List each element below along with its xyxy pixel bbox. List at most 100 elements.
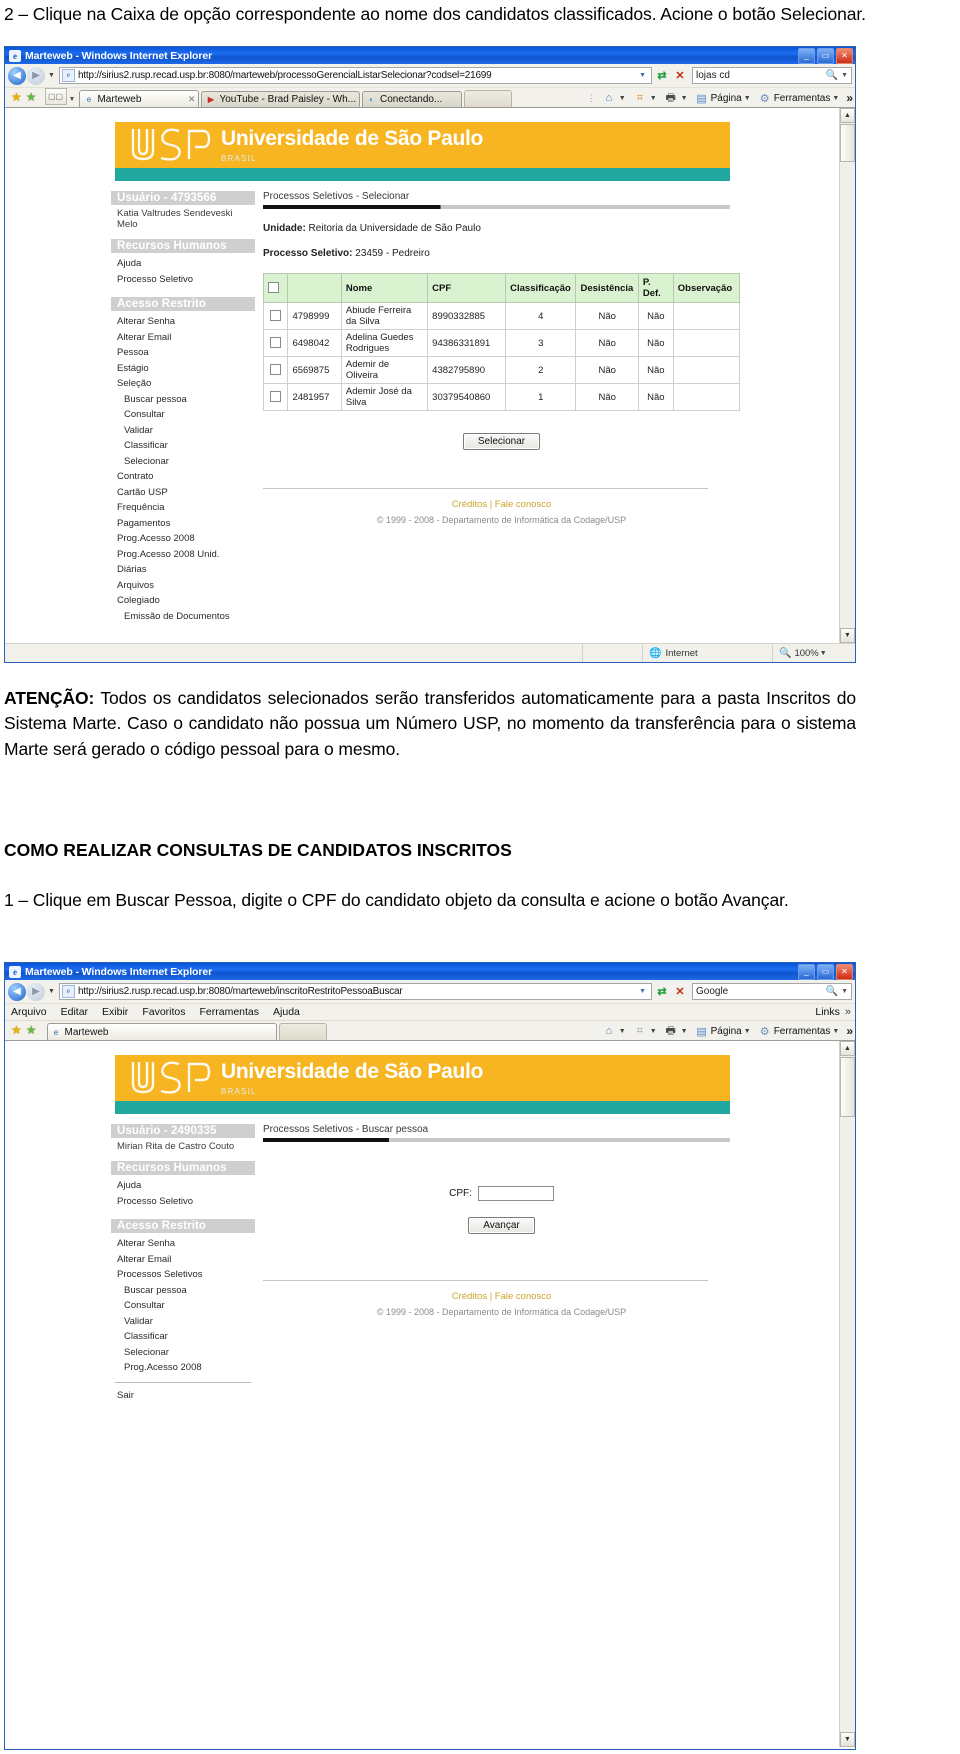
sidebar-item-selecao[interactable]: Seleção: [111, 376, 255, 392]
tab-youtube[interactable]: ▶ YouTube - Brad Paisley - Wh...: [201, 91, 361, 107]
favorites-star-icon[interactable]: ★: [11, 90, 22, 104]
forward-button[interactable]: ▶: [27, 66, 45, 85]
tab-conectando[interactable]: ◐ Conectando...: [362, 91, 463, 107]
sidebar-item-consultar[interactable]: Consultar: [111, 1298, 255, 1314]
add-favorite-icon[interactable]: ★: [26, 90, 37, 104]
row-checkbox[interactable]: [270, 337, 282, 349]
page-dropdown-icon[interactable]: ▼: [744, 95, 751, 102]
sidebar-item-classificar[interactable]: Classificar: [111, 438, 255, 454]
tab-marteweb[interactable]: e Marteweb: [46, 1023, 277, 1040]
search-input[interactable]: lojas cd 🔍 ▼: [692, 67, 852, 84]
sidebar-item-cartao-usp[interactable]: Cartão USP: [111, 485, 255, 501]
menu-exibir[interactable]: Exibir: [102, 1006, 128, 1018]
sidebar-item-sair[interactable]: Sair: [111, 1388, 255, 1404]
print-dropdown-icon[interactable]: ▼: [681, 95, 688, 102]
feeds-icon[interactable]: ⌗: [632, 1023, 648, 1039]
sidebar-item-diarias[interactable]: Diárias: [111, 562, 255, 578]
scrollbar-thumb[interactable]: [840, 1057, 855, 1117]
favorites-star-icon[interactable]: ★: [11, 1023, 22, 1037]
sidebar-item-validar[interactable]: Validar: [111, 423, 255, 439]
search-icon[interactable]: 🔍: [823, 70, 841, 81]
refresh-icon[interactable]: ⇄: [654, 984, 670, 1000]
sidebar-item-ajuda[interactable]: Ajuda: [111, 256, 255, 272]
sidebar-item-colegiado[interactable]: Colegiado: [111, 593, 255, 609]
chevron-right-icon[interactable]: »: [846, 91, 853, 105]
menu-editar[interactable]: Editar: [61, 1006, 88, 1018]
scroll-down-button[interactable]: ▼: [840, 628, 855, 643]
sidebar-item-processo-seletivo[interactable]: Processo Seletivo: [111, 272, 255, 288]
sidebar-item-classificar[interactable]: Classificar: [111, 1329, 255, 1345]
sidebar-item-pessoa[interactable]: Pessoa: [111, 345, 255, 361]
vertical-scrollbar[interactable]: ▲ ▼: [839, 108, 855, 643]
sidebar-item-selecionar[interactable]: Selecionar: [111, 454, 255, 470]
tab-marteweb[interactable]: e Marteweb ✕: [79, 90, 200, 107]
sidebar-item-consultar[interactable]: Consultar: [111, 407, 255, 423]
cpf-input[interactable]: [477, 1186, 554, 1201]
sidebar-item-emissao-documentos[interactable]: Emissão de Documentos: [111, 609, 255, 625]
sidebar-item-buscar-pessoa[interactable]: Buscar pessoa: [111, 1283, 255, 1299]
chevron-right-icon[interactable]: »: [845, 1006, 851, 1018]
sidebar-item-pagamentos[interactable]: Pagamentos: [111, 516, 255, 532]
sidebar-item-alterar-email[interactable]: Alterar Email: [111, 330, 255, 346]
address-input[interactable]: e http://sirius2.rusp.recad.usp.br:8080/…: [58, 983, 652, 1000]
tools-menu-label[interactable]: Ferramentas: [774, 1026, 831, 1037]
sidebar-item-contrato[interactable]: Contrato: [111, 469, 255, 485]
menu-ajuda[interactable]: Ajuda: [273, 1006, 300, 1018]
footer-links[interactable]: Créditos | Fale conosco: [263, 1291, 740, 1302]
minimize-button[interactable]: _: [798, 964, 815, 980]
sidebar-item-prog-acesso-2008-unid[interactable]: Prog.Acesso 2008 Unid.: [111, 547, 255, 563]
sidebar-item-processo-seletivo[interactable]: Processo Seletivo: [111, 1194, 255, 1210]
home-icon[interactable]: ⌂: [601, 1023, 617, 1039]
table-row[interactable]: 6498042 Adelina Guedes Rodrigues 9438633…: [262, 329, 741, 357]
address-input[interactable]: e http://sirius2.rusp.recad.usp.br:8080/…: [58, 67, 652, 84]
row-checkbox-cell[interactable]: [262, 302, 289, 330]
links-label[interactable]: Links: [815, 1006, 840, 1018]
tools-menu-label[interactable]: Ferramentas: [774, 93, 831, 104]
print-icon[interactable]: 🖶: [663, 1023, 679, 1039]
minimize-button[interactable]: _: [798, 48, 815, 64]
maximize-button[interactable]: ▭: [817, 964, 834, 980]
row-checkbox[interactable]: [270, 310, 282, 322]
row-checkbox-cell[interactable]: [262, 356, 289, 384]
print-dropdown-icon[interactable]: ▼: [681, 1028, 688, 1035]
chevron-right-icon[interactable]: »: [846, 1024, 853, 1038]
print-icon[interactable]: 🖶: [663, 90, 679, 106]
sidebar-item-selecionar[interactable]: Selecionar: [111, 1345, 255, 1361]
feeds-icon[interactable]: ⌗: [632, 90, 648, 106]
add-favorite-icon[interactable]: ★: [26, 1023, 37, 1037]
search-input[interactable]: Google 🔍 ▼: [692, 983, 852, 1000]
sidebar-item-alterar-email[interactable]: Alterar Email: [111, 1252, 255, 1268]
tools-dropdown-icon[interactable]: ▼: [832, 95, 839, 102]
stop-icon[interactable]: ✕: [672, 68, 688, 84]
forward-button[interactable]: ▶: [27, 982, 45, 1001]
maximize-button[interactable]: ▭: [817, 48, 834, 64]
close-icon[interactable]: ✕: [188, 94, 196, 105]
page-menu-label[interactable]: Página: [711, 1026, 742, 1037]
footer-links[interactable]: Créditos | Fale conosco: [263, 499, 740, 510]
table-row[interactable]: 6569875 Ademir de Oliveira 4382795890 2 …: [262, 356, 741, 384]
menu-favoritos[interactable]: Favoritos: [142, 1006, 185, 1018]
scroll-down-button[interactable]: ▼: [840, 1732, 855, 1747]
avancar-button[interactable]: Avançar: [468, 1217, 535, 1234]
sidebar-item-alterar-senha[interactable]: Alterar Senha: [111, 1236, 255, 1252]
scrollbar-thumb[interactable]: [840, 124, 855, 162]
scroll-up-button[interactable]: ▲: [840, 108, 855, 123]
sidebar-item-frequencia[interactable]: Frequência: [111, 500, 255, 516]
home-dropdown-icon[interactable]: ▼: [619, 95, 626, 102]
sidebar-item-processos-seletivos[interactable]: Processos Seletivos: [111, 1267, 255, 1283]
selecionar-button[interactable]: Selecionar: [462, 433, 541, 450]
scroll-up-button[interactable]: ▲: [840, 1041, 855, 1056]
new-tab-button[interactable]: [464, 90, 513, 107]
home-dropdown-icon[interactable]: ▼: [619, 1028, 626, 1035]
history-dropdown-icon[interactable]: ▼: [48, 72, 55, 79]
sidebar-item-arquivos[interactable]: Arquivos: [111, 578, 255, 594]
menu-ferramentas[interactable]: Ferramentas: [200, 1006, 260, 1018]
sidebar-item-ajuda[interactable]: Ajuda: [111, 1178, 255, 1194]
sidebar-item-prog-acesso-2008[interactable]: Prog.Acesso 2008: [111, 1360, 255, 1376]
sidebar-item-validar[interactable]: Validar: [111, 1314, 255, 1330]
row-checkbox-cell[interactable]: [262, 383, 289, 411]
row-checkbox[interactable]: [270, 364, 282, 376]
status-zoom[interactable]: 🔍 100% ▼: [773, 644, 855, 662]
search-dropdown-icon[interactable]: ▼: [841, 72, 851, 79]
refresh-icon[interactable]: ⇄: [654, 68, 670, 84]
